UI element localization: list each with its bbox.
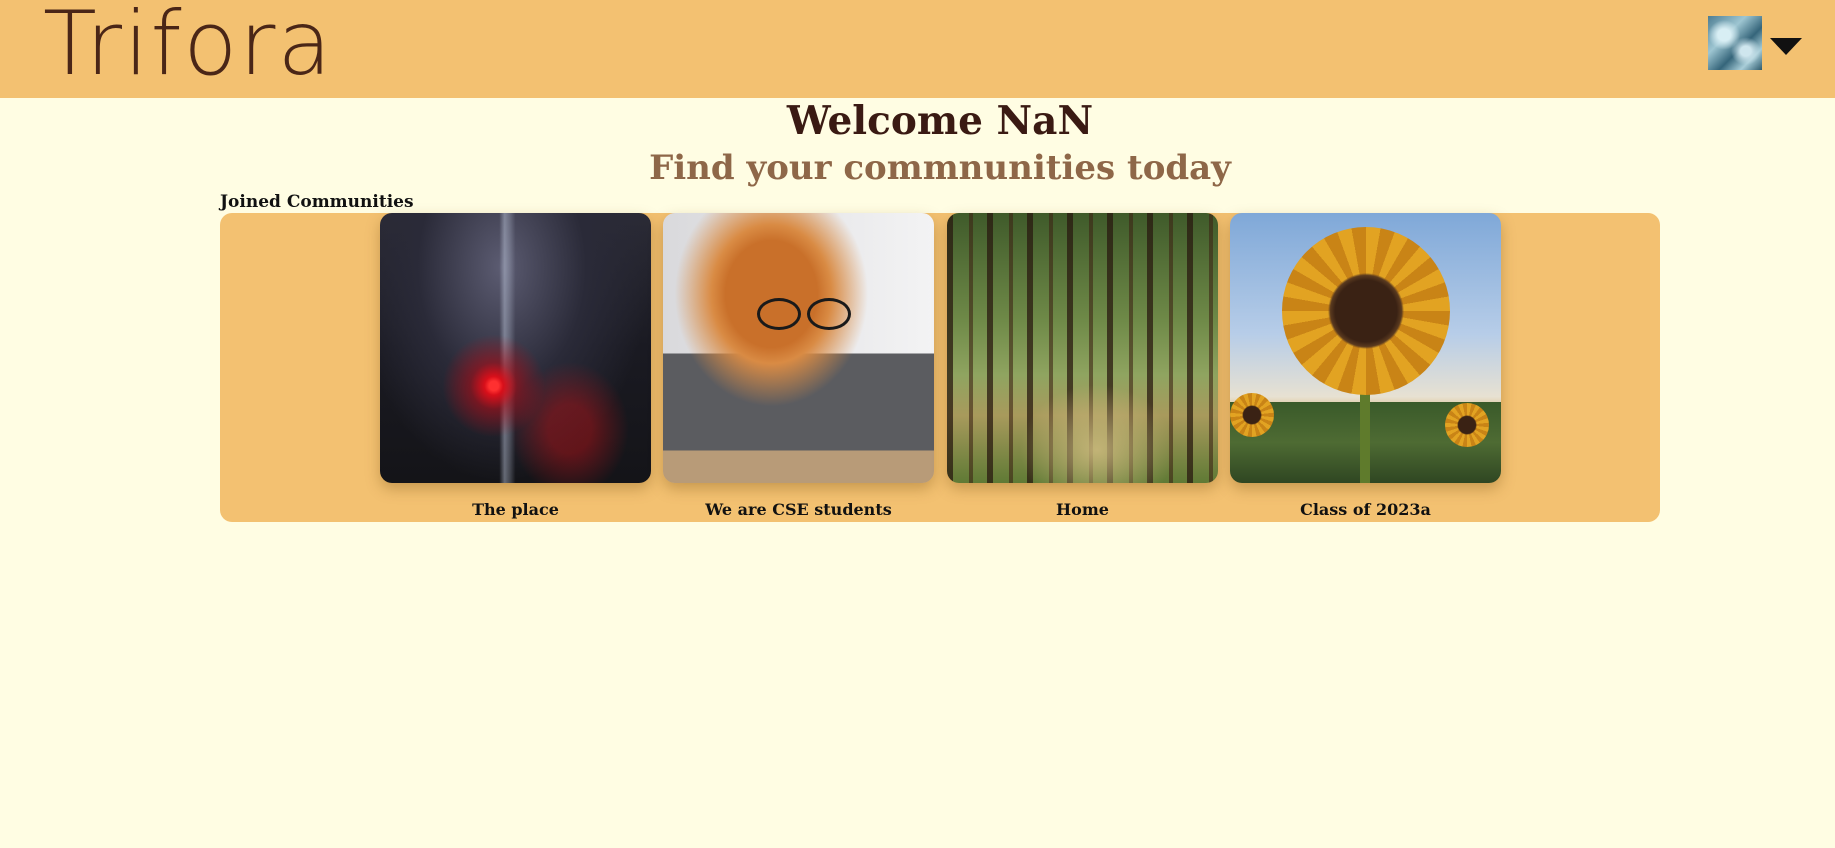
community-name: We are CSE students bbox=[705, 500, 892, 519]
community-name: Class of 2023a bbox=[1300, 500, 1431, 519]
community-image[interactable] bbox=[380, 213, 651, 483]
app-logo[interactable]: Trifora bbox=[43, 0, 333, 93]
welcome-heading: Welcome NaN bbox=[786, 98, 1094, 144]
stem-shape bbox=[1360, 383, 1370, 483]
small-sunflower-shape bbox=[1445, 403, 1489, 447]
community-image[interactable] bbox=[1230, 213, 1501, 483]
small-sunflower-shape bbox=[1230, 393, 1274, 437]
tagline-heading: Find your commnunities today bbox=[649, 148, 1231, 188]
community-image[interactable] bbox=[947, 213, 1218, 483]
sunflower-shape bbox=[1282, 227, 1450, 395]
community-card[interactable]: Home bbox=[947, 213, 1218, 522]
community-image[interactable] bbox=[663, 213, 934, 483]
chevron-down-icon[interactable] bbox=[1770, 38, 1802, 55]
top-navbar: Trifora bbox=[0, 0, 1835, 98]
community-card[interactable]: Class of 2023a bbox=[1230, 213, 1501, 522]
forest-path-shape bbox=[1007, 373, 1187, 483]
community-name: The place bbox=[472, 500, 559, 519]
community-card[interactable]: The place bbox=[380, 213, 651, 522]
glasses-shape bbox=[757, 298, 851, 330]
joined-communities-panel: The place We are CSE students Home Class… bbox=[220, 213, 1660, 522]
community-name: Home bbox=[1056, 500, 1109, 519]
user-avatar[interactable] bbox=[1708, 16, 1762, 70]
community-card[interactable]: We are CSE students bbox=[663, 213, 934, 522]
joined-communities-label: Joined Communities bbox=[220, 192, 414, 212]
